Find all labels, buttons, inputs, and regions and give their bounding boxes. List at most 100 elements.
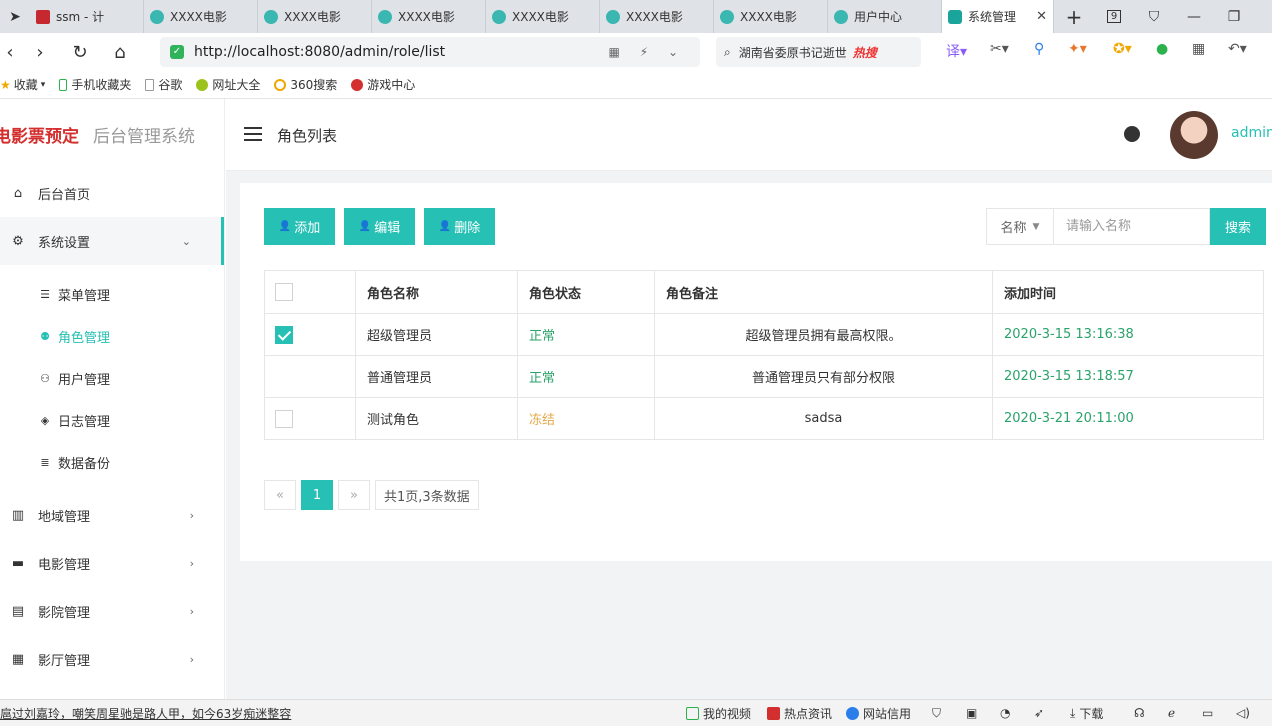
sidebar-item-home[interactable]: ⌂ 后台首页 [0,169,224,217]
table-row[interactable]: 普通管理员 正常 普通管理员只有部分权限 2020-3-15 13:18:57 [264,355,1264,398]
row-checkbox-cell [264,397,356,440]
reload-icon[interactable]: ↻ [60,42,100,63]
browser-status-bar: 扈过刘嘉玲，嘲笑周星驰是路人甲，如今63岁痴迷整容 我的视频 热点资讯 网站信用… [0,699,1272,726]
site-credit-button[interactable]: 网站信用 [846,705,911,722]
bookmark-favorites[interactable]: ★ 收藏 ▾ [0,76,45,93]
phone-icon [59,78,68,91]
browser-logo-icon[interactable]: ➤ [0,0,30,33]
page-button-current[interactable]: 1 [301,480,333,510]
table-header-row: 角色名称 角色状态 角色备注 添加时间 [264,270,1264,314]
sidebar-item-movie-management[interactable]: ▬ 电影管理 › [0,539,224,587]
add-button[interactable]: 👤 添加 [264,208,335,245]
table-row[interactable]: 测试角色 冻结 sadsa 2020-3-21 20:11:00 [264,397,1264,440]
browser-tab-active[interactable]: 系统管理 ✕ [942,0,1054,33]
bookmark-game-center[interactable]: 游戏中心 [351,76,415,93]
search-button[interactable]: 搜索 [1210,208,1266,245]
new-tab-button[interactable]: + [1054,0,1094,33]
browser-tab[interactable]: XXXX电影 [600,0,714,33]
ie-icon[interactable]: ℯ [1168,706,1175,720]
role-name: 测试角色 [355,397,518,440]
browser-tab[interactable]: XXXX电影 [714,0,828,33]
image-icon[interactable]: ▣ [966,706,977,720]
rocket-icon[interactable]: ➶ [1034,706,1044,720]
role-list-card: 👤添加 👤编辑 👤删除 名称▼ 搜索 角色名称 角色状态 [240,183,1272,561]
forward-icon[interactable]: › [20,42,60,63]
download-icon: ⤓ [1070,705,1076,720]
avatar[interactable] [1170,111,1218,159]
download-button[interactable]: ⤓ 下载 [1070,705,1103,722]
browser-tab[interactable]: XXXX电影 [258,0,372,33]
shield-icon[interactable]: ⛉ [932,706,941,721]
bookmark-google[interactable]: 谷歌 [145,76,182,93]
minimize-icon[interactable]: — [1174,0,1214,33]
url-action-icons[interactable]: ▦ ⚡ ⌄ [609,45,686,59]
grid-icon[interactable]: ▦ [1192,41,1205,63]
undo-icon[interactable]: ↶▾ [1228,41,1247,63]
palette-icon[interactable] [1124,126,1140,142]
sidebar-item-role-management[interactable]: ⚉ 角色管理 [0,315,224,357]
browser-tab[interactable]: XXXX电影 [144,0,258,33]
username[interactable]: admin [1231,125,1272,141]
bookmark-site-directory[interactable]: 网址大全 [196,76,260,93]
speaker-icon[interactable]: ◁) [1236,706,1250,720]
tab-favicon-icon [36,9,50,24]
sidebar-item-data-backup[interactable]: ≣ 数据备份 [0,441,224,483]
tab-count-badge[interactable]: 9 [1094,0,1134,33]
tab-favicon-icon [606,9,620,24]
chat-icon[interactable]: ● [1156,41,1168,63]
sidebar-item-cinema-management[interactable]: ▤ 影院管理 › [0,587,224,635]
filter-field-select[interactable]: 名称 ▼ [986,208,1054,245]
window-icon[interactable]: ▭ [1202,706,1213,720]
headset-icon[interactable]: ☊ [1134,706,1145,720]
film-icon: ▬ [11,555,25,571]
edit-button[interactable]: 👤 编辑 [344,208,415,245]
prev-page-button[interactable]: « [264,480,296,510]
remove-user-icon: 👤 [438,221,452,232]
row-checkbox[interactable] [275,409,293,428]
home-icon[interactable]: ⌂ [100,42,140,63]
sidebar-item-user-management[interactable]: ⚇ 用户管理 [0,357,224,399]
role-time: 2020-3-21 20:11:00 [992,397,1264,440]
sidebar-item-system-settings[interactable]: ⚙ 系统设置 ⌄ [0,217,224,265]
scissors-icon[interactable]: ✂▾ [990,41,1009,63]
bookmark-360-search[interactable]: 360搜索 [274,76,337,93]
users-icon: ⚇ [40,371,50,385]
browser-search-field[interactable]: ⌕ 湖南省委原书记逝世 热搜 [716,37,921,67]
secure-shield-icon: ✓ [170,45,184,59]
speed-icon[interactable]: ◔ [1000,706,1010,720]
browser-tab[interactable]: XXXX电影 [486,0,600,33]
shirt-icon[interactable]: ⛉ [1134,0,1174,33]
browser-tab[interactable]: 用户中心 [828,0,942,33]
360-search-icon [274,78,287,91]
back-icon[interactable]: ‹ [0,42,20,63]
hot-news-button[interactable]: 热点资讯 [767,705,832,722]
magnifier-icon[interactable]: ⚲ [1034,41,1044,63]
maximize-icon[interactable]: ❐ [1214,0,1254,33]
bookmark-mobile[interactable]: 手机收藏夹 [59,76,131,93]
hamburger-menu-icon[interactable] [244,127,262,141]
game-icon[interactable]: ✦▾ [1068,41,1087,63]
role-name: 超级管理员 [355,313,518,356]
sidebar-item-menu-management[interactable]: ☰ 菜单管理 [0,273,224,315]
browser-tab[interactable]: ssm - 计 [30,0,144,33]
sidebar-item-region-management[interactable]: ▥ 地域管理 › [0,491,224,539]
table-row[interactable]: 超级管理员 正常 超级管理员拥有最高权限。 2020-3-15 13:16:38 [264,313,1264,356]
my-video-button[interactable]: 我的视频 [686,705,751,722]
sidebar-item-log-management[interactable]: ◈ 日志管理 [0,399,224,441]
browser-tab[interactable]: XXXX电影 [372,0,486,33]
address-bar: ‹ › ↻ ⌂ ✓ http://localhost:8080/admin/ro… [0,33,1272,71]
close-tab-icon[interactable]: ✕ [1036,9,1047,24]
row-checkbox[interactable] [275,325,293,344]
news-ticker-link[interactable]: 扈过刘嘉玲，嘲笑周星驰是路人甲，如今63岁痴迷整容 [0,705,291,722]
next-page-button[interactable]: » [338,480,370,510]
gear-icon: ⚙ [12,233,24,249]
delete-button[interactable]: 👤 删除 [424,208,495,245]
sidebar-item-hall-management[interactable]: ▦ 影厅管理 › [0,635,224,683]
search-icon: ⌕ [724,44,731,59]
search-input[interactable] [1054,208,1210,245]
edit-user-icon: 👤 [358,221,372,232]
translate-icon[interactable]: 译▾ [946,41,967,63]
coupon-icon[interactable]: ✪▾ [1113,41,1132,63]
url-field[interactable]: ✓ http://localhost:8080/admin/role/list … [160,37,700,67]
select-all-checkbox[interactable] [275,283,293,301]
